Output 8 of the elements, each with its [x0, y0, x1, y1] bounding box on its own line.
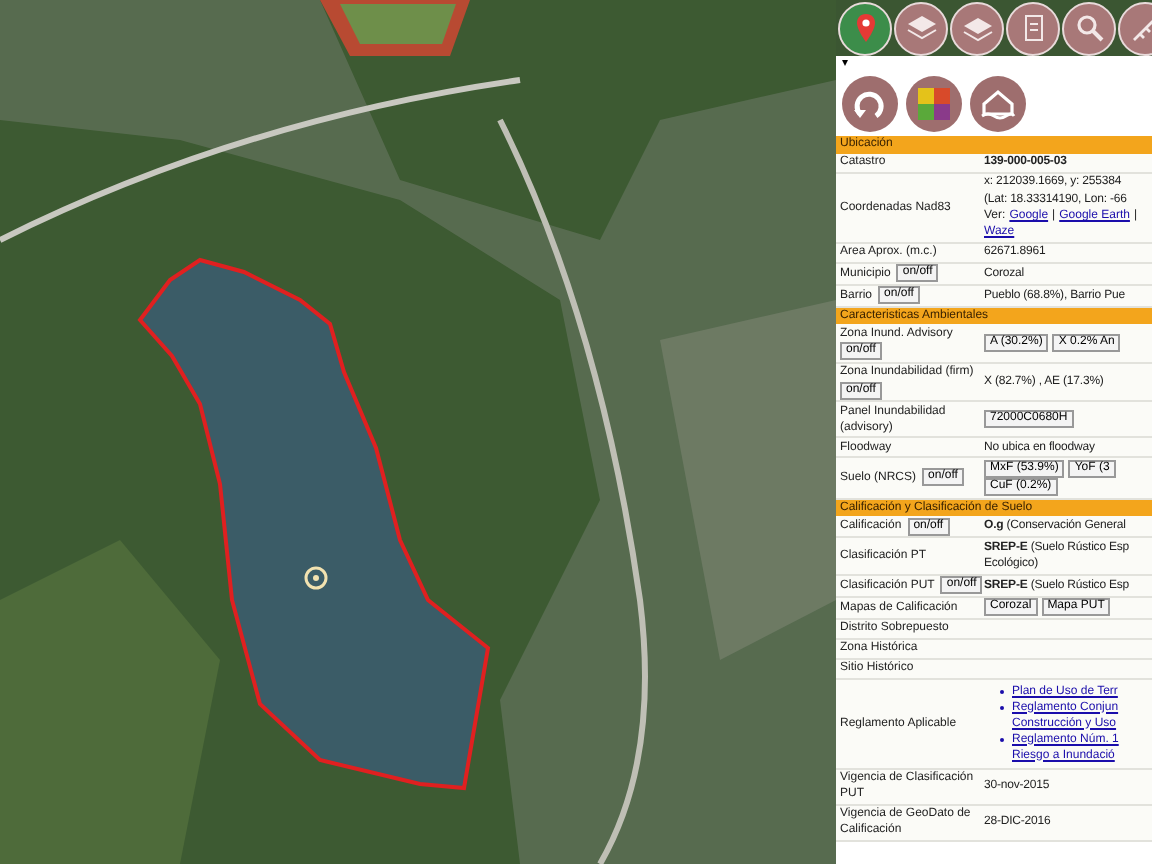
layers-icon[interactable]	[894, 1, 948, 55]
map-pin-icon[interactable]	[838, 1, 892, 55]
flooded-house-icon[interactable]	[970, 76, 1026, 132]
document-icon[interactable]	[1006, 1, 1060, 55]
search-icon[interactable]	[1062, 1, 1116, 55]
target-icon	[304, 566, 328, 590]
layers-icon[interactable]	[950, 1, 1004, 55]
colorful-logo-icon[interactable]	[906, 76, 962, 132]
